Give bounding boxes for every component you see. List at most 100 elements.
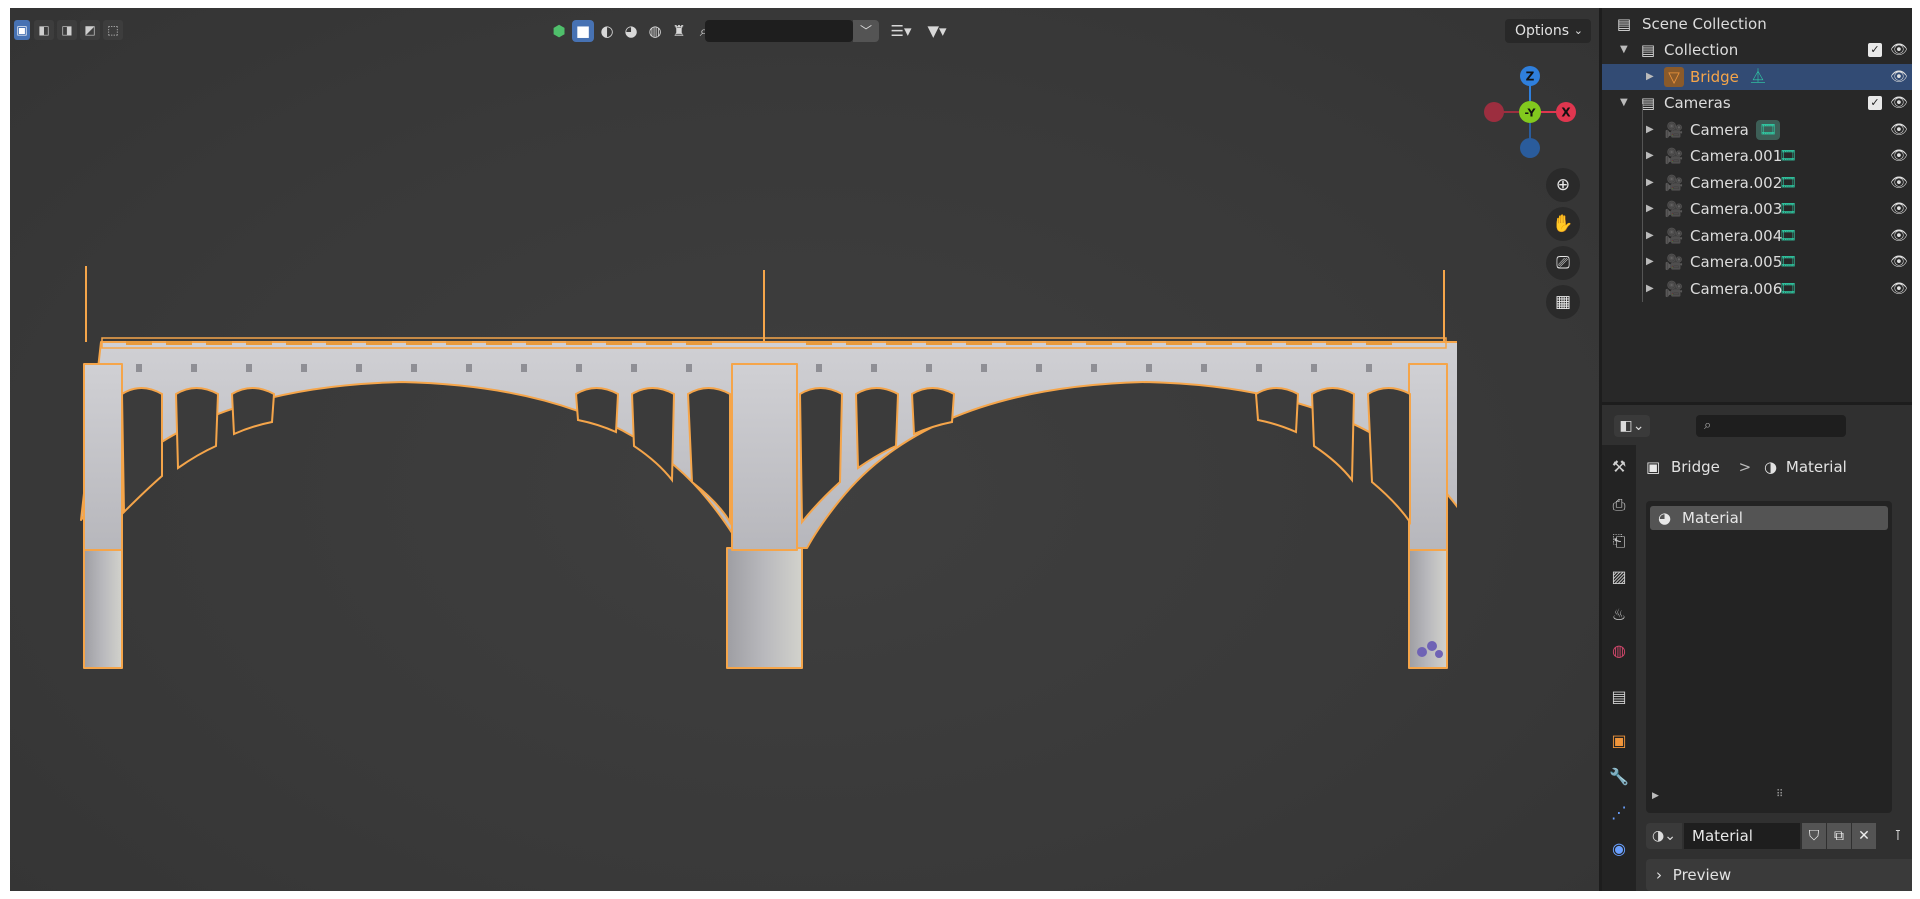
visibility-eye-icon[interactable]: 👁 bbox=[1890, 276, 1908, 302]
expand-arrow-icon[interactable]: ▶ bbox=[1646, 117, 1654, 143]
brush-icon[interactable]: ♜ bbox=[668, 20, 690, 42]
material-name-field[interactable]: Material bbox=[1684, 823, 1800, 849]
outliner-row-bridge[interactable]: ▶ ▽ Bridge ⏅ 👁 bbox=[1602, 63, 1912, 90]
viewport-shading-material-icon[interactable]: ◐ bbox=[596, 20, 618, 42]
select-intersect-icon[interactable]: ⬚ bbox=[103, 20, 123, 40]
visibility-eye-icon[interactable]: 👁 bbox=[1890, 143, 1908, 169]
modifier-tab-icon[interactable]: 🔧 bbox=[1607, 765, 1631, 789]
output-tab-icon[interactable]: ⎗ bbox=[1607, 529, 1631, 553]
outliner-panel: ▤ Scene Collection ▼ ▤ Collection ✓ 👁 ▶ ▽ Bridg… bbox=[1602, 8, 1912, 402]
filter-funnel-icon[interactable]: ▼▾ bbox=[920, 20, 954, 42]
gizmo-y-label: -Y bbox=[1525, 107, 1537, 120]
outliner-filter-sort-icon[interactable]: ☰▾ bbox=[884, 20, 918, 42]
material-slot-list[interactable]: ◕ Material ▶ ⠿ bbox=[1646, 501, 1892, 813]
collapse-arrow-icon[interactable]: ▼ bbox=[1620, 90, 1628, 116]
render-tab-icon[interactable]: ⎙ bbox=[1607, 493, 1631, 517]
pin-node-icon[interactable]: ⊺ bbox=[1886, 823, 1910, 849]
camera-data-icon[interactable]: 🎞 bbox=[1756, 119, 1780, 140]
breadcrumb-material[interactable]: Material bbox=[1786, 458, 1847, 476]
world-tab-icon[interactable]: ◍ bbox=[1607, 639, 1631, 663]
object-tab-icon[interactable]: ▣ bbox=[1607, 729, 1631, 753]
collapse-arrow-icon[interactable]: ▼ bbox=[1620, 37, 1628, 63]
exclude-checkbox[interactable]: ✓ bbox=[1868, 96, 1882, 110]
resize-grip-icon[interactable]: ⠿ bbox=[1776, 789, 1783, 800]
3d-viewport[interactable]: ▣ ◧ ◨ ◩ ⬚ ⬢ ■ ◐ ◕ ◍ ♜ ⌕ ﹀ ☰▾ ▼▾ Options ⌄ bbox=[10, 8, 1599, 891]
select-subtract-icon[interactable]: ◨ bbox=[57, 20, 77, 40]
bridge-mesh[interactable] bbox=[66, 254, 1457, 674]
view-layer-tab-icon[interactable]: ▨ bbox=[1607, 565, 1631, 589]
expand-arrow-icon[interactable]: ▶ bbox=[1646, 223, 1654, 249]
select-box-mode-icon[interactable]: ▣ bbox=[14, 20, 30, 40]
fake-user-shield-icon[interactable]: ⛉ bbox=[1802, 823, 1826, 849]
particles-tab-icon[interactable]: ⋰ bbox=[1607, 801, 1631, 825]
camera-data-icon[interactable]: 🎞 bbox=[1776, 252, 1800, 272]
outliner-row-camera-005[interactable]: ▶ 🎥 Camera.005 🎞 👁 bbox=[1602, 249, 1912, 275]
expand-arrow-icon[interactable]: ▶ bbox=[1646, 64, 1654, 90]
visibility-eye-icon[interactable]: 👁 bbox=[1890, 64, 1908, 90]
select-extend-icon[interactable]: ◧ bbox=[34, 20, 54, 40]
hand-pan-icon[interactable]: ✋ bbox=[1546, 207, 1580, 241]
gizmo-x-label: X bbox=[1561, 106, 1571, 120]
viewport-shading-solid-icon[interactable]: ■ bbox=[572, 20, 594, 42]
outliner-row-camera-003[interactable]: ▶ 🎥 Camera.003 🎞 👁 bbox=[1602, 196, 1912, 222]
outliner-row-label: Cameras bbox=[1664, 94, 1731, 112]
exclude-checkbox[interactable]: ✓ bbox=[1868, 43, 1882, 57]
camera-view-icon[interactable]: ⎚ bbox=[1546, 246, 1580, 280]
visibility-eye-icon[interactable]: 👁 bbox=[1890, 196, 1908, 222]
physics-tab-icon[interactable]: ◉ bbox=[1607, 837, 1631, 861]
outliner-row-camera-001[interactable]: ▶ 🎥 Camera.001 🎞 👁 bbox=[1602, 143, 1912, 169]
navigation-gizmo[interactable]: Z X -Y bbox=[1475, 60, 1585, 170]
camera-data-icon[interactable]: 🎞 bbox=[1776, 173, 1800, 193]
expand-arrow-icon[interactable]: ▶ bbox=[1646, 249, 1654, 275]
outliner-row-camera[interactable]: ▶ 🎥 Camera 🎞 👁 bbox=[1602, 117, 1912, 143]
outliner-row-camera-006[interactable]: ▶ 🎥 Camera.006 🎞 👁 bbox=[1602, 276, 1912, 302]
gizmo-neg-z[interactable] bbox=[1520, 138, 1540, 158]
collection-tab-icon[interactable]: ▤ bbox=[1607, 685, 1631, 709]
viewport-search-input[interactable] bbox=[705, 20, 853, 42]
visibility-eye-icon[interactable]: 👁 bbox=[1890, 223, 1908, 249]
expand-arrow-icon[interactable]: ▶ bbox=[1646, 196, 1654, 222]
camera-data-icon[interactable]: 🎞 bbox=[1776, 279, 1800, 299]
gizmo-neg-x[interactable] bbox=[1484, 102, 1504, 122]
camera-icon: 🎥 bbox=[1664, 147, 1684, 165]
search-options-toggle[interactable]: ﹀ bbox=[853, 20, 879, 42]
expand-arrow-icon[interactable]: ▶ bbox=[1646, 143, 1654, 169]
visibility-eye-icon[interactable]: 👁 bbox=[1890, 37, 1908, 63]
world-icon[interactable]: ◍ bbox=[644, 20, 666, 42]
visibility-eye-icon[interactable]: 👁 bbox=[1890, 90, 1908, 116]
select-invert-icon[interactable]: ◩ bbox=[80, 20, 100, 40]
expand-triangle-icon[interactable]: ▶ bbox=[1652, 791, 1659, 801]
breadcrumb-object[interactable]: Bridge bbox=[1671, 458, 1720, 476]
browse-material-button[interactable]: ◑⌄ bbox=[1646, 823, 1682, 849]
material-slot-item[interactable]: ◕ Material bbox=[1650, 506, 1888, 530]
outliner-row-camera-002[interactable]: ▶ 🎥 Camera.002 🎞 👁 bbox=[1602, 170, 1912, 196]
preview-label: Preview bbox=[1672, 866, 1732, 884]
tool-tab-icon[interactable]: ⚒ bbox=[1607, 455, 1631, 479]
object-types-visibility-icon[interactable]: ⬢ bbox=[548, 20, 570, 42]
viewport-shading-rendered-icon[interactable]: ◕ bbox=[620, 20, 642, 42]
outliner-root[interactable]: ▤ Scene Collection bbox=[1602, 11, 1912, 37]
preview-panel-header[interactable]: › Preview bbox=[1646, 859, 1912, 891]
expand-arrow-icon[interactable]: ▶ bbox=[1646, 170, 1654, 196]
properties-search-input[interactable]: ⌕ bbox=[1696, 415, 1846, 437]
options-dropdown[interactable]: Options ⌄ bbox=[1505, 19, 1591, 43]
editor-type-button[interactable]: ◧⌄ bbox=[1614, 415, 1650, 437]
grid-ortho-icon[interactable]: ▦ bbox=[1546, 285, 1580, 319]
camera-data-icon[interactable]: 🎞 bbox=[1776, 146, 1800, 166]
duplicate-material-icon[interactable]: ⧉ bbox=[1827, 823, 1851, 849]
outliner-row-label: Camera bbox=[1690, 120, 1749, 139]
visibility-eye-icon[interactable]: 👁 bbox=[1890, 170, 1908, 196]
expand-arrow-icon[interactable]: ▶ bbox=[1646, 276, 1654, 302]
mesh-data-icon[interactable]: ⏅ bbox=[1746, 67, 1770, 87]
camera-data-icon[interactable]: 🎞 bbox=[1776, 226, 1800, 246]
scene-tab-icon[interactable]: ♨ bbox=[1607, 603, 1631, 627]
visibility-eye-icon[interactable]: 👁 bbox=[1890, 117, 1908, 143]
zoom-in-icon[interactable]: ⊕ bbox=[1546, 168, 1580, 202]
outliner-row-collection[interactable]: ▼ ▤ Collection ✓ 👁 bbox=[1602, 37, 1912, 63]
outliner-row-cameras[interactable]: ▼ ▤ Cameras ✓ 👁 bbox=[1602, 90, 1912, 116]
camera-data-icon[interactable]: 🎞 bbox=[1776, 199, 1800, 219]
outliner-row-camera-004[interactable]: ▶ 🎥 Camera.004 🎞 👁 bbox=[1602, 223, 1912, 249]
visibility-eye-icon[interactable]: 👁 bbox=[1890, 249, 1908, 275]
material-datablock-row: ◑⌄ Material ⛉ ⧉ ✕ ⊺ bbox=[1646, 823, 1912, 849]
unlink-material-icon[interactable]: ✕ bbox=[1852, 823, 1876, 849]
